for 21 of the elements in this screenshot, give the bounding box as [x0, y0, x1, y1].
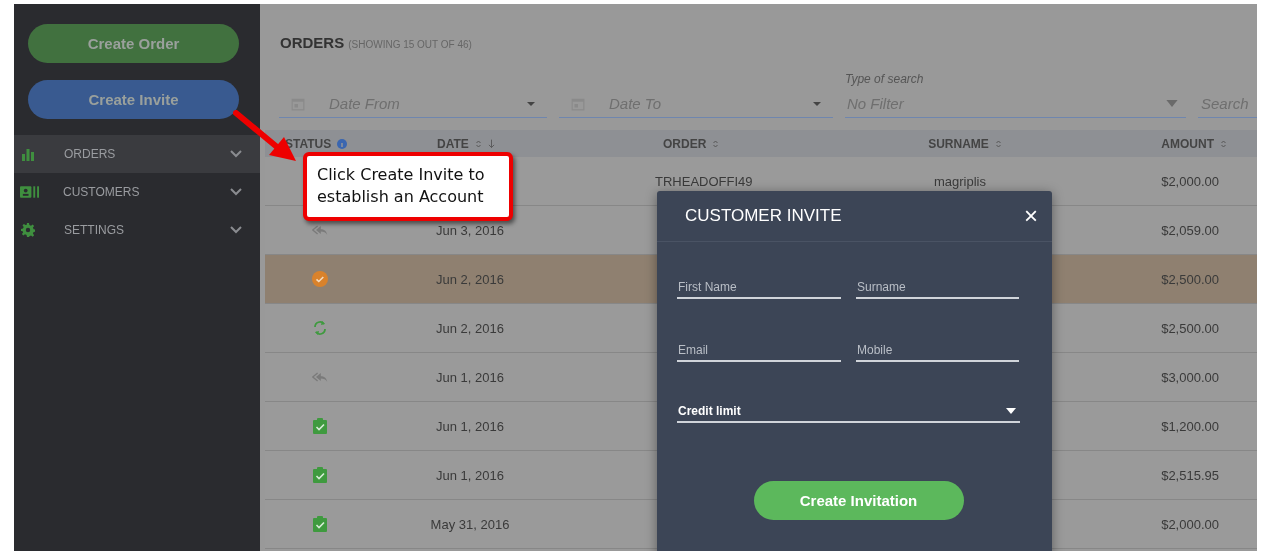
date-cell: Jun 2, 2016 [436, 320, 504, 336]
page-title: ORDERS [280, 34, 345, 51]
field-label: Type of search [845, 72, 925, 86]
date-cell: Jun 1, 2016 [436, 467, 504, 483]
amount-cell: $2,500.00 [1161, 320, 1219, 336]
order-cell: TRHEADOFFI49 [655, 173, 753, 189]
date-cell: Jun 2, 2016 [436, 271, 504, 287]
callout-note: Click Create Invite to establish an Account [303, 152, 513, 221]
date-cell: Jun 1, 2016 [436, 369, 504, 385]
amount-cell: $1,200.00 [1161, 418, 1219, 434]
date-cell: Jun 1, 2016 [436, 418, 504, 434]
amount-cell: $2,000.00 [1161, 516, 1219, 532]
amount-cell: $2,059.00 [1161, 222, 1219, 238]
amount-cell: $2,500.00 [1161, 271, 1219, 287]
amount-cell: $2,515.95 [1161, 467, 1219, 483]
amount-cell: $2,000.00 [1161, 173, 1219, 189]
date-cell: May 31, 2016 [430, 516, 510, 532]
amount-cell: $3,000.00 [1161, 369, 1219, 385]
date-cell: Jun 3, 2016 [436, 222, 504, 238]
dialog-title: CUSTOMER INVITE [685, 206, 842, 226]
surname-cell: magriplis [934, 173, 986, 189]
